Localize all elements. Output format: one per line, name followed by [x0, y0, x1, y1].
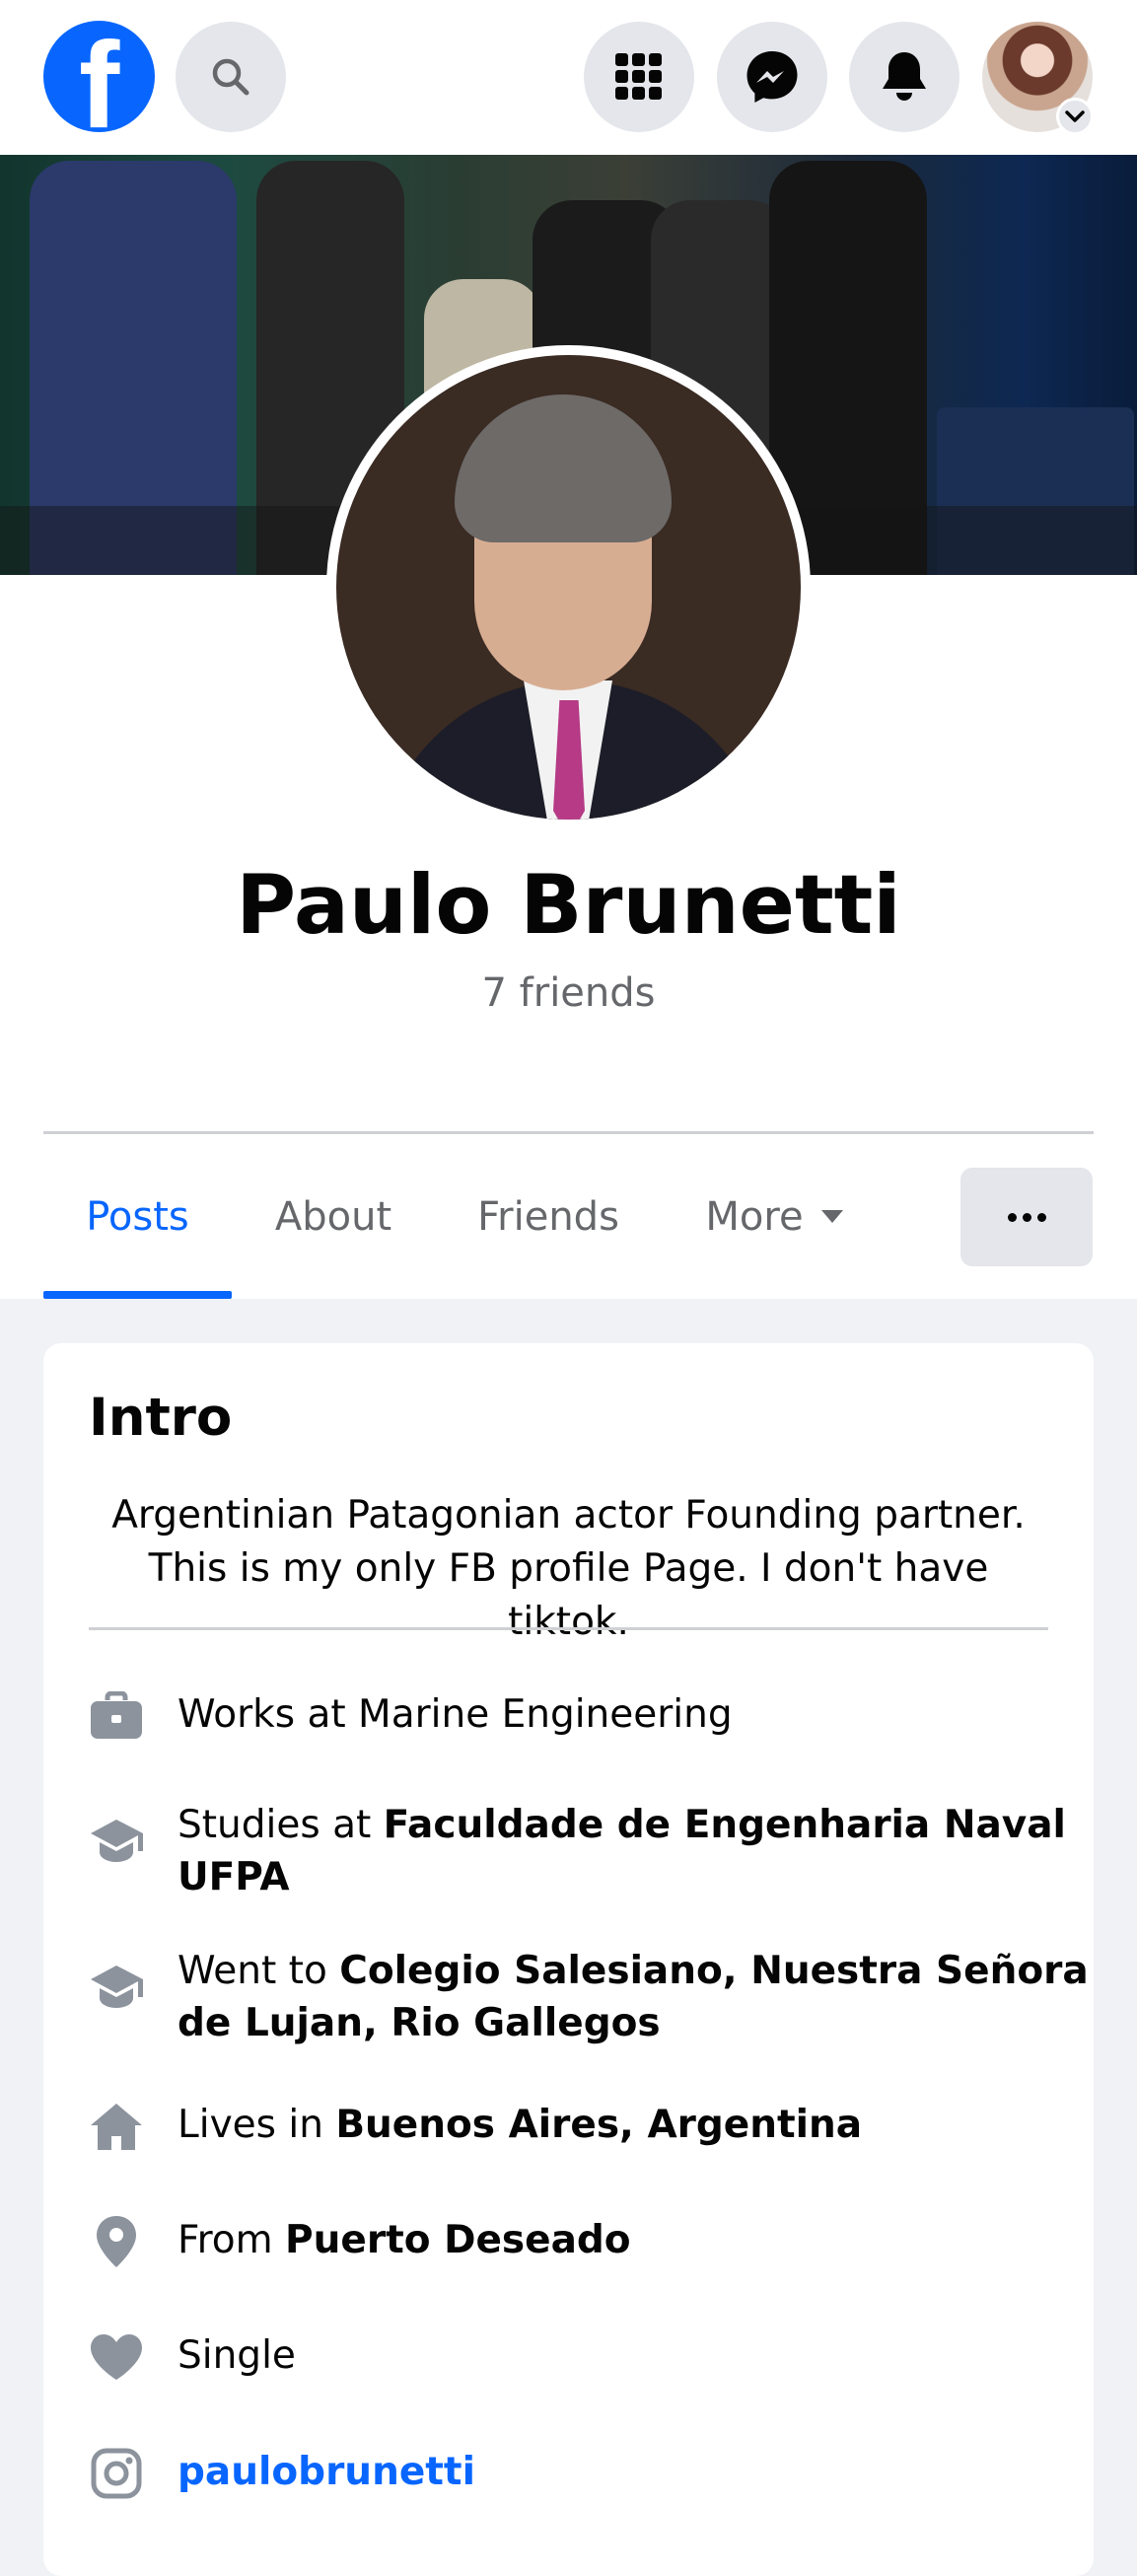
- briefcase-icon: [89, 1688, 144, 1744]
- graduation-cap-icon: [89, 1959, 144, 2014]
- tab-more-label: More: [705, 1193, 804, 1240]
- menu-button[interactable]: [584, 22, 694, 132]
- tab-more[interactable]: More: [695, 1134, 853, 1299]
- chevron-down-icon: [1065, 110, 1085, 122]
- intro-lives: Lives in Buenos Aires, Argentina: [89, 2099, 1075, 2154]
- location-pin-icon: [89, 2214, 144, 2269]
- menu-grid-icon: [615, 53, 662, 100]
- tab-posts[interactable]: Posts: [43, 1134, 232, 1299]
- tab-about-label: About: [274, 1193, 392, 1240]
- ellipsis-icon: [1007, 1212, 1017, 1222]
- tab-friends[interactable]: Friends: [469, 1134, 627, 1299]
- top-nav: [0, 0, 1137, 155]
- heart-icon: [89, 2329, 144, 2385]
- intro-title: Intro: [89, 1388, 233, 1448]
- intro-lives-prefix: Lives in: [178, 2103, 336, 2147]
- more-options-button[interactable]: [960, 1168, 1093, 1266]
- tab-posts-label: Posts: [86, 1193, 189, 1240]
- intro-school-prefix: Went to: [178, 1949, 340, 1993]
- instagram-icon: [89, 2446, 144, 2501]
- intro-work: Works at Marine Engineering: [89, 1688, 1075, 1744]
- search-button[interactable]: [176, 22, 286, 132]
- facebook-logo[interactable]: f: [43, 21, 155, 132]
- profile-name: Paulo Brunetti: [236, 857, 901, 953]
- home-icon: [89, 2099, 144, 2154]
- tab-friends-label: Friends: [477, 1193, 619, 1240]
- intro-from-prefix: From: [178, 2218, 286, 2262]
- intro-relationship-text: Single: [178, 2333, 296, 2378]
- intro-divider: [89, 1627, 1048, 1630]
- profile-picture[interactable]: [336, 355, 801, 820]
- intro-study: Studies at Faculdade de Engenharia Naval…: [89, 1799, 1075, 1907]
- facebook-logo-letter: f: [79, 21, 120, 132]
- messenger-button[interactable]: [717, 22, 827, 132]
- intro-lives-place[interactable]: Buenos Aires, Argentina: [335, 2103, 862, 2147]
- instagram-link[interactable]: paulobrunetti: [178, 2446, 1134, 2498]
- caret-down-icon: [820, 1210, 843, 1223]
- intro-relationship: Single: [89, 2329, 1075, 2385]
- graduation-cap-icon: [89, 1813, 144, 1868]
- messenger-icon: [746, 51, 798, 103]
- notifications-icon: [883, 52, 926, 101]
- notifications-button[interactable]: [849, 22, 959, 132]
- tab-about[interactable]: About: [264, 1134, 402, 1299]
- friends-count[interactable]: 7 friends: [0, 968, 1137, 1018]
- search-icon: [212, 58, 249, 96]
- intro-from-place[interactable]: Puerto Deseado: [285, 2218, 631, 2262]
- account-menu-button[interactable]: [1056, 98, 1094, 135]
- intro-bio: Argentinian Patagonian actor Founding pa…: [111, 1493, 1026, 1644]
- intro-work-text: Works at Marine Engineering: [178, 1692, 733, 1737]
- intro-from: From Puerto Deseado: [89, 2214, 1075, 2269]
- intro-school: Went to Colegio Salesiano, Nuestra Señor…: [89, 1945, 1089, 2053]
- intro-instagram: paulobrunetti: [89, 2446, 1075, 2501]
- intro-study-prefix: Studies at: [178, 1803, 384, 1847]
